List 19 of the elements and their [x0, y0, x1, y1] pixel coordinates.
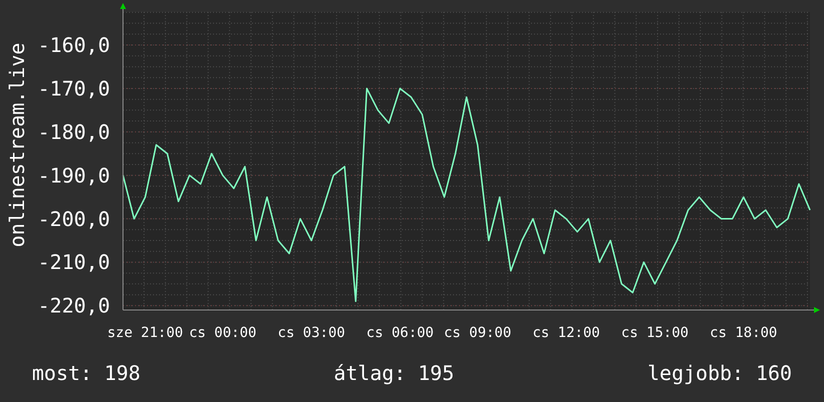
- x-tick-label: cs 03:00: [278, 325, 346, 341]
- y-axis-title: onlinestream.live: [5, 42, 29, 248]
- y-tick-label: -220,0: [38, 294, 110, 318]
- y-tick-label: -210,0: [38, 250, 110, 274]
- y-tick-label: -160,0: [38, 33, 110, 58]
- summary-stat: átlag: 195: [334, 360, 454, 387]
- y-tick-label: -200,0: [38, 206, 110, 231]
- y-tick-label: -180,0: [38, 120, 110, 144]
- x-tick-label: cs 18:00: [710, 325, 778, 341]
- x-tick-label: cs 15:00: [621, 325, 689, 341]
- summary-stat: most: 198: [32, 360, 140, 387]
- x-tick-label: cs 12:00: [532, 325, 600, 341]
- x-tick-label: sze 21:00: [107, 325, 184, 341]
- x-tick-label: cs 09:00: [444, 325, 512, 341]
- x-tick-label: cs 06:00: [366, 325, 434, 341]
- summary-stat: legjobb: 160: [647, 360, 792, 387]
- y-tick-label: -170,0: [38, 76, 110, 100]
- y-tick-label: -190,0: [38, 163, 110, 188]
- x-tick-label: cs 00:00: [189, 325, 256, 341]
